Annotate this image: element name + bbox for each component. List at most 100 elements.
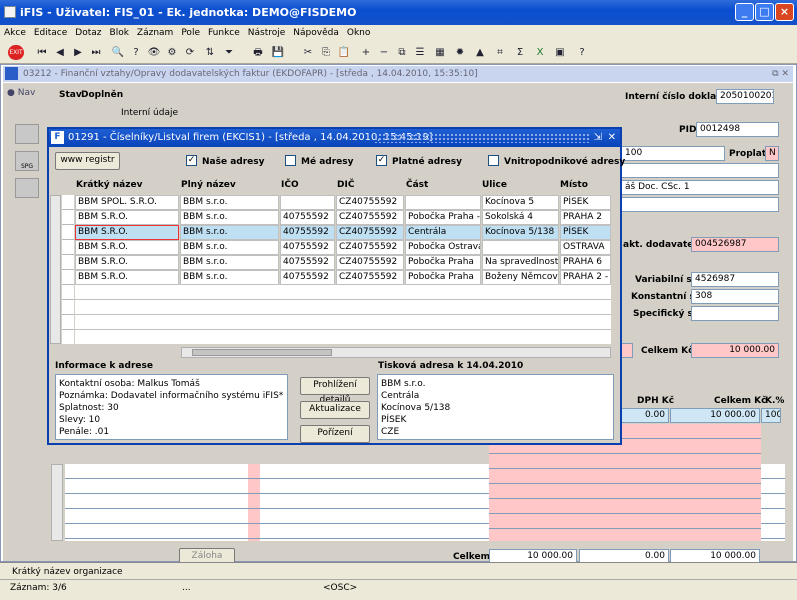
menu-nastroje[interactable]: Nástroje xyxy=(248,28,286,38)
cell-ulice[interactable]: Boženy Němcové 5 xyxy=(482,270,559,285)
cell-dic[interactable]: CZ40755592 xyxy=(336,240,404,255)
cell-misto[interactable]: PÍSEK xyxy=(560,195,611,210)
specificky-field[interactable] xyxy=(691,306,779,321)
cell-ico[interactable] xyxy=(280,195,335,210)
cell-kratky[interactable]: BBM S.R.O. xyxy=(75,210,179,225)
minimize-button[interactable]: _ xyxy=(735,3,754,21)
field-doc[interactable]: áš Doc. CSc. 1 xyxy=(621,180,779,195)
filter-icon[interactable]: ⏷ xyxy=(221,45,237,60)
menu-napoveda[interactable]: Nápověda xyxy=(293,28,339,38)
menu-dotaz[interactable]: Dotaz xyxy=(75,28,101,38)
cell-misto[interactable]: PRAHA 6 xyxy=(560,255,611,270)
cell-dic[interactable]: CZ40755592 xyxy=(336,270,404,285)
help-icon[interactable]: ? xyxy=(574,45,590,60)
cell-ico[interactable]: 40755592 xyxy=(280,255,335,270)
menu-okno[interactable]: Okno xyxy=(347,28,371,38)
cell-cast[interactable]: Centrála xyxy=(405,225,481,240)
prohlizeni-detailu-button[interactable]: Prohlížení detailů xyxy=(300,377,370,405)
col-misto[interactable]: Místo xyxy=(560,180,588,190)
cell-cast[interactable]: Pobočka Ostrava xyxy=(405,240,481,255)
print-address-textbox[interactable]: BBM s.r.o. Centrála Kocínova 5/138 PÍSEK… xyxy=(377,374,614,440)
menu-funkce[interactable]: Funkce xyxy=(208,28,240,38)
table-row[interactable]: BBM S.R.O. BBM s.r.o. 40755592 CZ4075559… xyxy=(75,240,611,255)
checkbox-nase-adresy[interactable]: ✓ xyxy=(186,155,197,166)
cell-ico[interactable]: 40755592 xyxy=(280,225,335,240)
cell-plny[interactable]: BBM s.r.o. xyxy=(180,270,279,285)
cell-misto[interactable]: PRAHA 2 xyxy=(560,210,611,225)
cell-ico[interactable]: 40755592 xyxy=(280,210,335,225)
refresh-icon[interactable]: ⟳ xyxy=(182,45,198,60)
firm-grid-hscroll[interactable] xyxy=(181,347,611,358)
bg-grid-vscroll[interactable] xyxy=(51,464,63,541)
cell-kratky[interactable]: BBM S.R.O. xyxy=(75,240,179,255)
col-kratky-nazev[interactable]: Krátký název xyxy=(76,180,142,190)
execute-icon[interactable]: ⚙ xyxy=(164,45,180,60)
checkbox-platne-adresy[interactable]: ✓ xyxy=(376,155,387,166)
dialog-close-icon[interactable]: ✕ xyxy=(608,129,616,147)
excel-icon[interactable]: X xyxy=(532,45,548,60)
hscroll-thumb[interactable] xyxy=(192,349,332,356)
maximize-button[interactable]: □ xyxy=(755,3,774,21)
cell-ulice[interactable]: Na spravedlnosti 32 xyxy=(482,255,559,270)
table-row[interactable]: BBM S.R.O. BBM s.r.o. 40755592 CZ4075559… xyxy=(75,210,611,225)
cell-ulice[interactable]: Kocínova 5/138 xyxy=(482,225,559,240)
query-icon[interactable]: ? xyxy=(128,45,144,60)
col-dic[interactable]: DIČ xyxy=(337,180,354,190)
cell-cast[interactable] xyxy=(405,195,481,210)
cell-kratky[interactable]: BBM S.R.O. xyxy=(75,225,179,240)
list-icon[interactable]: ☰ xyxy=(412,45,428,60)
grid-r1-k[interactable]: 100 xyxy=(761,408,781,423)
porizeni-button[interactable]: Pořízení xyxy=(300,425,370,443)
checkbox-me-adresy[interactable] xyxy=(285,155,296,166)
menu-akce[interactable]: Akce xyxy=(4,28,26,38)
grid-r1-celkem[interactable]: 10 000.00 xyxy=(670,408,760,423)
cell-ulice[interactable] xyxy=(482,240,559,255)
close-button[interactable]: × xyxy=(775,3,794,21)
celkem-kc-field[interactable]: 10 000.00 xyxy=(691,343,779,358)
cell-dic[interactable]: CZ40755592 xyxy=(336,255,404,270)
cell-dic[interactable]: CZ40755592 xyxy=(336,195,404,210)
cell-misto[interactable]: PÍSEK xyxy=(560,225,611,240)
menu-editace[interactable]: Editace xyxy=(34,28,67,38)
cell-plny[interactable]: BBM s.r.o. xyxy=(180,210,279,225)
sort-icon[interactable]: ⇅ xyxy=(202,45,218,60)
nav-button[interactable]: ● Nav xyxy=(7,88,35,98)
info-textbox[interactable]: Kontaktní osoba: Malkus Tomáš Poznámka: … xyxy=(55,374,288,440)
cell-ico[interactable]: 40755592 xyxy=(280,240,335,255)
col-ulice[interactable]: Ulice xyxy=(482,180,507,190)
delete-record-icon[interactable]: − xyxy=(376,45,392,60)
cell-kratky[interactable]: BBM S.R.O. xyxy=(75,255,179,270)
cell-ulice[interactable]: Sokolská 4 xyxy=(482,210,559,225)
menu-pole[interactable]: Pole xyxy=(181,28,200,38)
field-blank-2[interactable] xyxy=(621,197,779,212)
print-icon[interactable]: 🖶 xyxy=(250,45,266,60)
firm-grid-vscroll[interactable] xyxy=(50,195,61,344)
previous-record-icon[interactable]: ◀ xyxy=(52,45,68,60)
next-record-icon[interactable]: ▶ xyxy=(70,45,86,60)
copy-icon[interactable]: ⎘ xyxy=(318,45,334,60)
field-blank-1[interactable] xyxy=(621,163,779,178)
table-row[interactable]: BBM SPOL. S.R.O. BBM s.r.o. CZ40755592 K… xyxy=(75,195,611,210)
variabilni-field[interactable]: 4526987 xyxy=(691,272,779,287)
save-icon[interactable]: 💾 xyxy=(270,45,286,60)
cell-kratky[interactable]: BBM S.R.O. xyxy=(75,270,179,285)
menu-zaznam[interactable]: Záznam xyxy=(137,28,173,38)
paste-icon[interactable]: 📋 xyxy=(336,45,352,60)
konstantni-field[interactable]: 308 xyxy=(691,289,779,304)
cell-cast[interactable]: Pobočka Praha xyxy=(405,270,481,285)
settings-icon[interactable]: ✹ xyxy=(452,45,468,60)
cell-ulice[interactable]: Kocínova 5 xyxy=(482,195,559,210)
calculator-icon[interactable]: ⌗ xyxy=(492,45,508,60)
pid-field[interactable]: 0012498 xyxy=(696,122,779,137)
exit-icon[interactable]: EXIT xyxy=(8,45,24,60)
field-pink-small[interactable] xyxy=(621,343,633,358)
cell-misto[interactable]: OSTRAVA xyxy=(560,240,611,255)
side-icon-3[interactable] xyxy=(15,178,39,198)
cell-dic[interactable]: CZ40755592 xyxy=(336,225,404,240)
insert-record-icon[interactable]: + xyxy=(358,45,374,60)
cell-plny[interactable]: BBM s.r.o. xyxy=(180,195,279,210)
cell-plny[interactable]: BBM s.r.o. xyxy=(180,225,279,240)
akt-dodavatele-field[interactable]: 004526987 xyxy=(691,237,779,252)
cell-plny[interactable]: BBM s.r.o. xyxy=(180,240,279,255)
www-registr-button[interactable]: www registr xyxy=(55,152,120,170)
